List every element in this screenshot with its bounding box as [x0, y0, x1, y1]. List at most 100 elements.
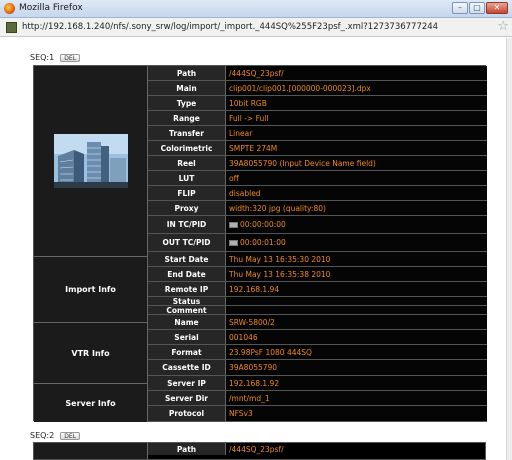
seq1-table: Import Info VTR Info Server Info Path/44…	[33, 65, 487, 422]
minimize-button[interactable]: –	[452, 2, 468, 14]
row-label-out-tc-pid: OUT TC/PID	[148, 234, 226, 251]
row-server-dir: Server Dir/mnt/md_1	[148, 391, 487, 406]
row-value-type: 10bit RGB	[226, 96, 487, 110]
window-titlebar: Mozilla Firefox – ▢ ✕	[0, 0, 512, 18]
row-value-reel: 39A8055790 (Input Device Name field)	[226, 156, 487, 170]
clip-thumbnail	[53, 134, 128, 188]
row-label-name: Name	[148, 315, 226, 329]
seq1-header: SEQ:1 DEL	[30, 53, 80, 62]
row-value-cassette-id: 39A8055790	[226, 360, 487, 375]
vtr-info-label: VTR Info	[71, 348, 110, 358]
row-label-comment: Comment	[148, 306, 226, 315]
row-value-lut: off	[226, 171, 487, 185]
row-name: Name SRW-5800/2	[148, 315, 487, 330]
vertical-scrollbar[interactable]	[506, 38, 512, 460]
row-cassette-id: Cassette ID 39A8055790	[148, 360, 487, 376]
bookmark-star-icon[interactable]: ☆	[497, 19, 509, 34]
row-format: Format 23.98PsF 1080 444SQ	[148, 345, 487, 360]
row-label-flip: FLIP	[148, 186, 226, 200]
row-label-in-tc-pid: IN TC/PID	[148, 216, 226, 233]
seq2-table: Path /444SQ_23psf/	[33, 442, 486, 460]
row-type: Type 10bit RGB	[148, 96, 487, 111]
row-value-end-date: Thu May 13 16:35:38 2010	[226, 267, 487, 281]
seq1-del-button[interactable]: DEL	[60, 53, 80, 62]
row-label-colorimetric: Colorimetric	[148, 141, 226, 155]
server-info-label: Server Info	[65, 398, 116, 408]
row-value-main: clip001/clip001.[000000-000023].dpx	[226, 81, 487, 95]
row-serial: Serial 001046	[148, 330, 487, 345]
row-reel: Reel 39A8055790 (Input Device Name field)	[148, 156, 487, 171]
row-label-range: Range	[148, 111, 226, 125]
row-value-start-date: Thu May 13 16:35:30 2010	[226, 252, 487, 266]
row-lut: LUT off	[148, 171, 487, 186]
row-protocol: Protocol NFSv3	[148, 406, 487, 422]
row-value-proxy: width:320 jpg (quality:80)	[226, 201, 487, 215]
row-start-date: Start Date Thu May 13 16:35:30 2010	[148, 252, 487, 267]
seq2-left-column	[34, 443, 148, 459]
row-label-cassette-id: Cassette ID	[148, 360, 226, 375]
row-value-remote-ip: 192.168.1.94	[226, 282, 487, 296]
row-label-server-dir: Server Dir	[148, 391, 226, 405]
seq2-del-button[interactable]: DEL	[60, 431, 80, 440]
import-info-section: Import Info	[34, 257, 148, 323]
address-bar[interactable]: http://192.168.1.240/nfs/.sony_srw/log/i…	[0, 18, 512, 37]
maximize-button[interactable]: ▢	[469, 2, 485, 14]
timecode-icon	[229, 221, 238, 228]
seq2-label: SEQ:2	[30, 431, 55, 440]
row-out-tc-pid: OUT TC/PID 00:00:01:00	[148, 234, 487, 252]
row-in-tc-pid: IN TC/PID 00:00:00:00	[148, 216, 487, 234]
row-label-transfer: Transfer	[148, 126, 226, 140]
row-flip: FLIP disabled	[148, 186, 487, 201]
row-value-colorimetric: SMPTE 274M	[226, 141, 487, 155]
row-label-lut: LUT	[148, 171, 226, 185]
row-label-type: Type	[148, 96, 226, 110]
row-value-protocol: NFSv3	[226, 406, 487, 421]
window-controls: – ▢ ✕	[452, 2, 508, 14]
row-remote-ip: Remote IP 192.168.1.94	[148, 282, 487, 297]
row-range: Range Full -> Full	[148, 111, 487, 126]
timecode-value: 00:00:00:00	[240, 220, 286, 229]
row-end-date: End Date Thu May 13 16:35:38 2010	[148, 267, 487, 282]
vtr-info-section: VTR Info	[34, 323, 148, 384]
row-value-range: Full -> Full	[226, 111, 487, 125]
row-value-status	[226, 297, 487, 305]
thumbnail-cell	[34, 66, 148, 257]
seq2-header: SEQ:2 DEL	[30, 431, 80, 440]
row-main: Main clip001/clip001.[000000-000023].dpx	[148, 81, 487, 96]
row-label-remote-ip: Remote IP	[148, 282, 226, 296]
row-value-comment	[226, 306, 487, 314]
row-label-serial: Serial	[148, 330, 226, 344]
row-label-main: Main	[148, 81, 226, 95]
seq1-left-column: Import Info VTR Info Server Info	[34, 66, 148, 422]
close-button[interactable]: ✕	[486, 2, 508, 14]
row-label-proxy: Proxy	[148, 201, 226, 215]
row-transfer: Transfer Linear	[148, 126, 487, 141]
firefox-icon	[4, 3, 15, 14]
row-value-format: 23.98PsF 1080 444SQ	[226, 345, 487, 359]
site-identity-icon[interactable]	[6, 22, 17, 33]
row-label-server-ip: Server IP	[148, 376, 226, 390]
row-proxy: Proxy width:320 jpg (quality:80)	[148, 201, 487, 216]
row-value-name: SRW-5800/2	[226, 315, 487, 329]
timecode-value: 00:00:01:00	[240, 238, 286, 247]
timecode-icon	[229, 239, 238, 246]
row-label-protocol: Protocol	[148, 406, 226, 421]
row-colorimetric: Colorimetric SMPTE 274M	[148, 141, 487, 156]
row-value-transfer: Linear	[226, 126, 487, 140]
row-label-path: Path	[148, 66, 226, 80]
server-info-section: Server Info	[34, 384, 148, 422]
row-label-start-date: Start Date	[148, 252, 226, 266]
row-value-flip: disabled	[226, 186, 487, 200]
seq1-label: SEQ:1	[30, 53, 55, 62]
url-text[interactable]: http://192.168.1.240/nfs/.sony_srw/log/i…	[22, 22, 438, 32]
row-value-path: /444SQ_23psf/	[226, 66, 487, 80]
row-value-in-tc-pid: 00:00:00:00	[226, 216, 487, 233]
row-value-out-tc-pid: 00:00:01:00	[226, 234, 487, 251]
row-value-server-dir: /mnt/md_1	[226, 391, 487, 405]
row-label-reel: Reel	[148, 156, 226, 170]
row-comment: Comment	[148, 306, 487, 315]
import-info-label: Import Info	[65, 285, 116, 294]
row-label-status: Status	[148, 297, 226, 306]
row-server-ip: Server IP 192.168.1.92	[148, 376, 487, 391]
row-path: Path/444SQ_23psf/	[148, 66, 487, 81]
